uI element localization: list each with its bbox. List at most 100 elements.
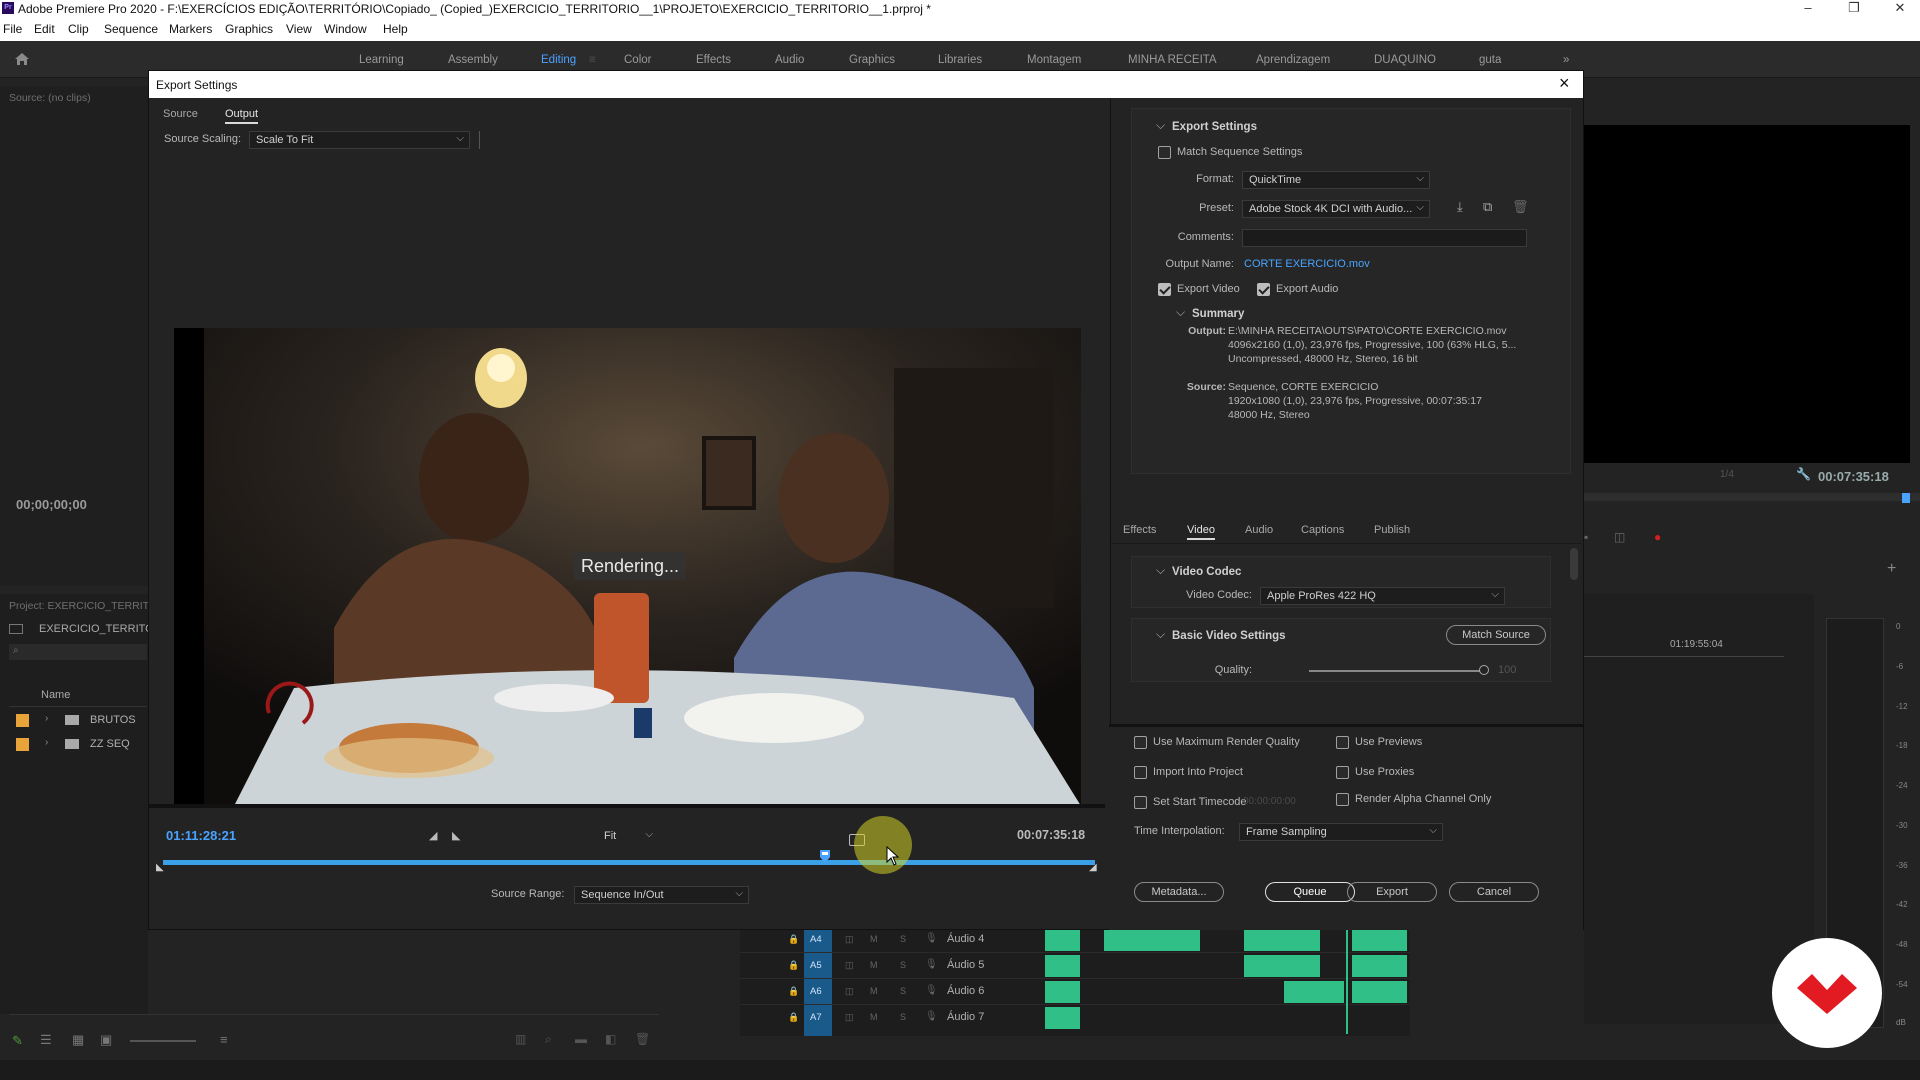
icon-view-icon[interactable]: ▦ [72,1032,84,1048]
wrench-icon[interactable]: 🔧 [1796,467,1811,481]
audio-track-row[interactable]: 🔒 A5 ◫ M S 🎙 Áudio 5 [740,954,1410,979]
import-preset-icon[interactable]: ⧉ [1483,199,1492,215]
mute-toggle[interactable]: M [870,986,878,996]
source-scaling-dropdown[interactable]: Scale To Fit ⌵ [249,131,470,149]
delete-preset-icon[interactable]: 🗑 [1512,199,1529,215]
workspace-menu-icon[interactable]: ≡ [589,54,596,66]
audio-clip[interactable] [1045,981,1080,1003]
mute-toggle[interactable]: M [870,934,878,944]
pencil-icon[interactable]: ✎ [12,1033,23,1049]
max-render-quality-checkbox[interactable] [1134,736,1147,749]
new-bin-icon[interactable]: ▬ [575,1032,587,1046]
video-codec-header[interactable]: Video Codec [1156,563,1242,578]
save-preset-icon[interactable]: ⤓ [1457,199,1463,215]
chevron-right-icon[interactable]: › [45,713,48,724]
mute-toggle[interactable]: M [870,1012,878,1022]
mic-icon[interactable]: 🎙 [925,959,938,970]
use-previews-checkbox[interactable] [1336,736,1349,749]
tab-publish[interactable]: Publish [1374,524,1410,536]
audio-clip[interactable] [1284,981,1344,1003]
quality-value[interactable]: 100 [1498,664,1516,676]
audio-track-row[interactable]: 🔒 A6 ◫ M S 🎙 Áudio 6 [740,980,1410,1005]
in-point-marker-icon[interactable]: ◣ [156,862,164,873]
program-playhead[interactable] [1902,493,1910,503]
menu-markers[interactable]: Markers [169,22,212,36]
quality-slider-thumb[interactable] [1479,665,1489,675]
menu-view[interactable]: View [286,22,312,36]
name-column-header[interactable]: Name [41,689,70,701]
match-sequence-checkbox[interactable] [1158,146,1171,159]
freeform-view-icon[interactable]: ▣ [100,1032,112,1048]
video-codec-dropdown[interactable]: Apple ProRes 422 HQ ⌵ [1260,587,1505,605]
export-button[interactable]: Export [1347,882,1437,902]
close-window-icon[interactable]: ✕ [1880,0,1920,18]
workspace-learning[interactable]: Learning [359,54,404,66]
audio-clip[interactable] [1282,955,1320,977]
trash-icon[interactable]: 🗑 [635,1032,650,1046]
workspace-overflow-icon[interactable]: » [1563,54,1569,66]
solo-toggle[interactable]: S [900,986,906,996]
metadata-button[interactable]: Metadata... [1134,882,1224,902]
audio-clip[interactable] [1104,929,1200,951]
solo-toggle[interactable]: S [900,934,906,944]
snap-icon[interactable]: ▪ [1584,530,1588,544]
workspace-minha-receita[interactable]: MINHA RECEITA [1128,54,1217,66]
workspace-libraries[interactable]: Libraries [938,54,982,66]
menu-clip[interactable]: Clip [68,22,89,36]
audio-clip[interactable] [1045,1007,1080,1029]
workspace-aprendizagem[interactable]: Aprendizagem [1256,54,1330,66]
settings-scrollbar[interactable] [1570,548,1578,580]
tab-audio[interactable]: Audio [1245,524,1273,536]
home-icon[interactable] [14,52,30,66]
timeline-ruler[interactable] [1584,656,1784,657]
time-interpolation-dropdown[interactable]: Frame Sampling ⌵ [1239,823,1443,841]
set-out-point-icon[interactable]: ◣ [452,829,460,842]
current-timecode[interactable]: 01:11:28:21 [166,828,236,843]
set-in-point-icon[interactable]: ◢ [429,829,437,842]
workspace-effects[interactable]: Effects [696,54,731,66]
audio-clip[interactable] [1244,955,1282,977]
menu-help[interactable]: Help [383,22,408,36]
sync-icon[interactable]: ◫ [845,934,854,945]
minimize-icon[interactable]: – [1788,0,1828,18]
tab-source[interactable]: Source [163,108,198,120]
audio-clip[interactable] [1282,929,1320,951]
menu-window[interactable]: Window [324,22,367,36]
tab-effects[interactable]: Effects [1123,524,1156,536]
set-start-timecode-checkbox[interactable] [1134,796,1147,809]
zoom-slider[interactable] [130,1040,196,1042]
marker-icon[interactable]: ● [1654,530,1661,544]
menu-sequence[interactable]: Sequence [104,22,158,36]
lock-icon[interactable]: 🔒 [788,986,799,997]
use-proxies-checkbox[interactable] [1336,766,1349,779]
workspace-assembly[interactable]: Assembly [448,54,498,66]
mic-icon[interactable]: 🎙 [925,1011,938,1022]
export-video-checkbox[interactable] [1158,283,1171,296]
tab-output[interactable]: Output [225,108,259,124]
source-panel-label[interactable]: Source: (no clips) [9,92,91,104]
project-panel-label[interactable]: Project: EXERCICIO_TERRITO [9,600,157,612]
lock-icon[interactable]: 🔒 [788,934,799,945]
menu-graphics[interactable]: Graphics [225,22,273,36]
audio-clip[interactable] [1352,955,1407,977]
sort-icon[interactable]: ≡ [220,1032,228,1047]
comments-field[interactable] [1242,229,1527,247]
lock-icon[interactable]: 🔒 [788,960,799,971]
workspace-editing[interactable]: Editing [541,54,576,66]
summary-header[interactable]: Summary [1176,305,1245,320]
find-icon[interactable]: ⌕ [545,1032,552,1047]
automate-icon[interactable]: ▥ [515,1032,526,1046]
program-scrubber[interactable] [1584,493,1920,501]
audio-track-row[interactable]: 🔒 A7 ◫ M S 🎙 Áudio 7 [740,1006,1410,1031]
timeline-playhead[interactable] [1346,928,1348,1034]
export-scrubber[interactable] [163,860,1095,865]
tab-video[interactable]: Video [1187,524,1215,540]
sync-icon[interactable]: ◫ [845,960,854,971]
source-range-dropdown[interactable]: Sequence In/Out ⌵ [574,886,749,904]
dialog-close-icon[interactable]: × [1559,73,1570,94]
audio-clip[interactable] [1045,955,1080,977]
match-source-button[interactable]: Match Source [1446,625,1546,645]
linked-icon[interactable]: ◫ [1614,530,1625,544]
workspace-guta[interactable]: guta [1479,54,1501,66]
queue-button[interactable]: Queue [1265,882,1355,902]
